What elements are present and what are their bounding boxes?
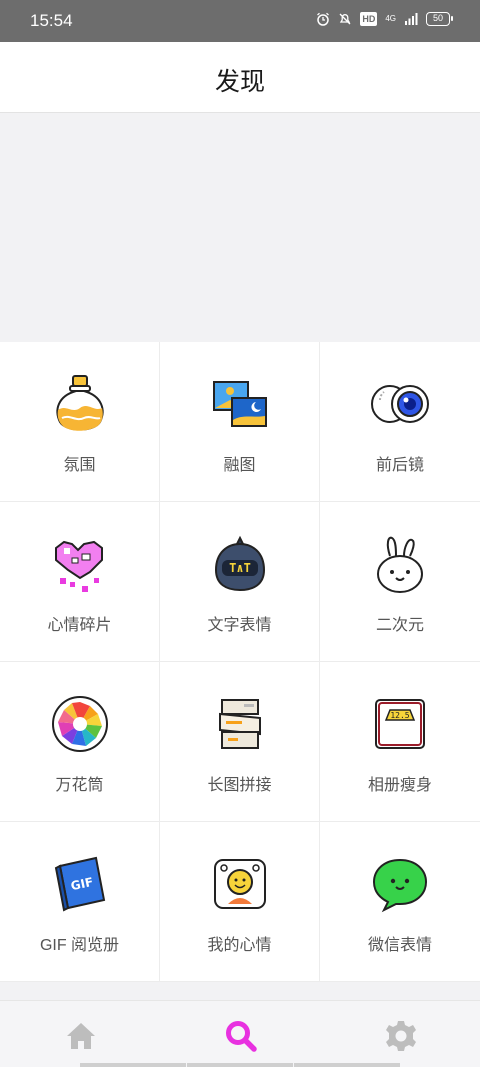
bunny-character-icon <box>377 536 423 593</box>
svg-text:12.5: 12.5 <box>390 711 409 720</box>
tool-gif-album[interactable]: GIF GIF 阅览册 <box>0 822 160 982</box>
tool-label: 文字表情 <box>207 617 272 634</box>
tool-text-emoji[interactable]: T∧T 文字表情 <box>160 502 320 662</box>
tool-label: 二次元 <box>375 617 424 634</box>
perfume-bottle-icon <box>55 375 104 431</box>
signal-icon <box>405 13 418 25</box>
scale-icon: 12.5 <box>375 699 425 749</box>
gear-icon <box>386 1021 416 1051</box>
blend-images-icon <box>212 381 267 427</box>
network-type: 4G <box>385 14 396 23</box>
nav-settings[interactable] <box>294 1001 480 1067</box>
tool-label: 万花筒 <box>55 777 104 794</box>
long-image-stitch-icon <box>218 699 261 749</box>
page-title: 发现 <box>214 68 265 96</box>
tool-my-mood[interactable]: 我的心情 <box>160 822 320 982</box>
status-bar: 15:54 HD 4G 50 <box>0 0 480 42</box>
tool-kaleidoscope[interactable]: 万花筒 <box>0 662 160 822</box>
bottom-navigation <box>0 1000 480 1067</box>
banner-area[interactable] <box>0 113 480 342</box>
tool-mood-fragments[interactable]: 心情碎片 <box>0 502 160 662</box>
smiley-frame-icon <box>213 859 266 909</box>
tool-label: 心情碎片 <box>47 617 112 634</box>
nav-home[interactable] <box>0 1001 186 1067</box>
home-icon <box>67 1023 95 1049</box>
text-emoji-face-icon: T∧T <box>214 535 265 592</box>
pixel-heart-icon <box>54 540 103 592</box>
tool-label: 长图拼接 <box>207 777 272 794</box>
battery-indicator: 50 <box>426 12 453 26</box>
tool-blend[interactable]: 融图 <box>160 342 320 502</box>
mute-bell-icon <box>339 13 351 25</box>
tool-anime[interactable]: 二次元 <box>320 502 480 662</box>
gif-book-icon: GIF <box>54 856 105 912</box>
tool-label: 前后镜 <box>375 457 424 474</box>
tool-wechat-stickers[interactable]: 微信表情 <box>320 822 480 982</box>
tool-long-image[interactable]: 长图拼接 <box>160 662 320 822</box>
alarm-icon <box>317 12 330 26</box>
tool-label: 微信表情 <box>367 937 432 954</box>
tool-label: 我的心情 <box>207 937 272 954</box>
nav-indicator <box>294 1063 400 1067</box>
svg-text:T∧T: T∧T <box>229 561 251 575</box>
kaleidoscope-icon <box>51 696 108 752</box>
nav-discover[interactable] <box>160 1001 320 1067</box>
tool-front-back[interactable]: 前后镜 <box>320 342 480 502</box>
tool-grid: 氛围 融图 前后镜 心情碎片 T∧T 文字表情 二次元 万花筒 长图拼接 12.… <box>0 342 480 982</box>
status-time: 15:54 <box>30 11 73 30</box>
tool-atmosphere[interactable]: 氛围 <box>0 342 160 502</box>
search-icon <box>226 1021 257 1052</box>
front-back-camera-icon <box>371 385 429 423</box>
tool-label: GIF 阅览册 <box>39 937 120 954</box>
tool-label: 氛围 <box>63 457 96 474</box>
status-icons: HD 4G 50 <box>316 12 453 26</box>
tool-label: 相册瘦身 <box>367 777 432 794</box>
tool-album-slim[interactable]: 12.5 相册瘦身 <box>320 662 480 822</box>
tool-label: 融图 <box>223 457 256 474</box>
hd-badge: HD <box>360 12 378 26</box>
nav-indicator <box>187 1063 293 1067</box>
title-bar: 发现 <box>0 42 480 113</box>
chat-bubble-face-icon <box>372 858 428 913</box>
